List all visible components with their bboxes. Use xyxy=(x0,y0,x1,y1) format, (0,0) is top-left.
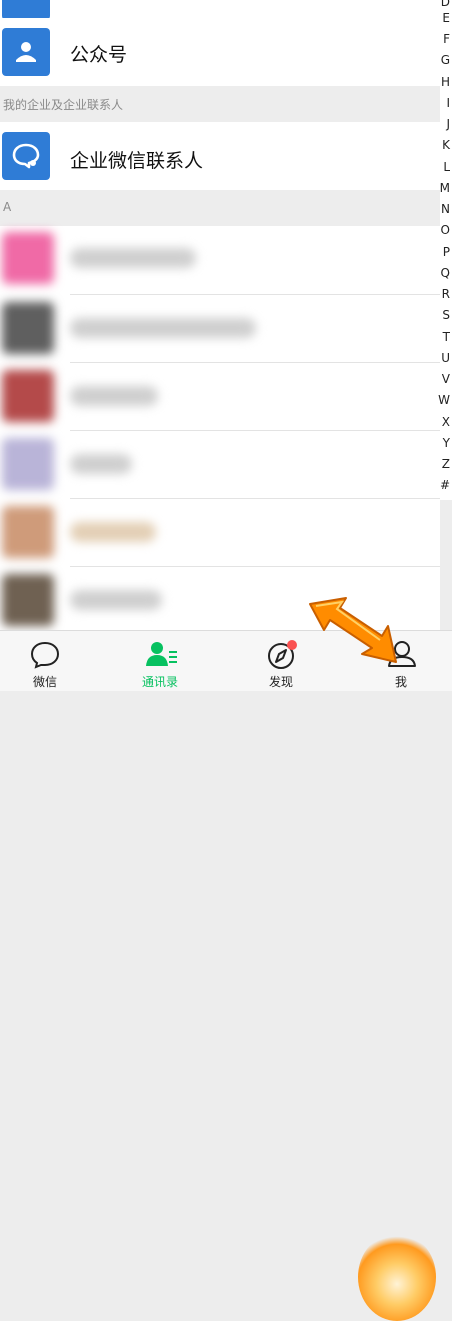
contact-name-blurred xyxy=(70,454,132,474)
pointer-arrow-icon xyxy=(309,597,397,663)
divider xyxy=(70,566,440,567)
tab-contacts[interactable]: 通讯录 xyxy=(115,631,205,691)
highlight-glow xyxy=(358,1233,436,1321)
index-letter[interactable]: L xyxy=(443,161,450,173)
divider xyxy=(70,430,440,431)
index-letter[interactable]: Y xyxy=(443,437,450,449)
index-letter[interactable]: I xyxy=(446,97,450,109)
official-account-icon xyxy=(2,28,50,76)
contact-row[interactable] xyxy=(0,432,440,498)
avatar xyxy=(2,232,54,284)
enterprise-contacts-label: 企业微信联系人 xyxy=(70,150,204,172)
avatar xyxy=(2,302,54,354)
index-letter[interactable]: H xyxy=(441,76,450,88)
avatar xyxy=(2,574,54,626)
contact-name-blurred xyxy=(70,590,162,610)
index-letter[interactable]: M xyxy=(440,182,450,194)
contacts-icon xyxy=(146,642,177,666)
tab-contacts-label: 通讯录 xyxy=(141,675,178,689)
enterprise-chat-icon xyxy=(2,132,50,180)
official-accounts-row[interactable]: 公众号 xyxy=(0,18,440,86)
chat-bubble-icon xyxy=(30,641,60,669)
index-letter[interactable]: # xyxy=(440,479,450,491)
section-a-title: A xyxy=(3,200,12,214)
contact-row[interactable] xyxy=(0,500,440,566)
enterprise-contacts-row[interactable]: 企业微信联系人 xyxy=(0,122,440,190)
compass-icon xyxy=(268,640,297,669)
tab-chats[interactable]: 微信 xyxy=(0,631,90,691)
tab-discover-label: 发现 xyxy=(268,675,293,689)
contact-name-blurred xyxy=(70,522,156,542)
contact-name-blurred xyxy=(70,386,158,406)
section-header-a: A xyxy=(0,190,440,226)
index-letter[interactable]: G xyxy=(441,54,450,66)
divider xyxy=(70,362,440,363)
official-accounts-label: 公众号 xyxy=(70,44,128,66)
index-letter[interactable]: U xyxy=(441,352,450,364)
index-letter[interactable]: Q xyxy=(441,267,450,279)
tab-me-label: 我 xyxy=(394,675,407,689)
contact-name-blurred xyxy=(70,318,256,338)
top-partial-row[interactable] xyxy=(0,0,440,20)
tab-chats-label: 微信 xyxy=(32,675,57,689)
index-letter[interactable]: K xyxy=(442,139,450,151)
alphabet-index[interactable]: D E F G H I J K L M N O P Q R S T U V W … xyxy=(438,0,452,500)
index-letter[interactable]: D xyxy=(441,0,450,8)
index-letter[interactable]: O xyxy=(441,224,450,236)
index-letter[interactable]: R xyxy=(442,288,450,300)
index-letter[interactable]: F xyxy=(443,33,450,45)
index-letter[interactable]: J xyxy=(446,118,450,130)
avatar xyxy=(2,438,54,490)
index-letter[interactable]: E xyxy=(442,12,450,24)
index-letter[interactable]: Z xyxy=(442,458,450,470)
index-letter[interactable]: V xyxy=(442,373,450,385)
index-letter[interactable]: W xyxy=(438,394,450,406)
index-letter[interactable]: N xyxy=(441,203,450,215)
avatar xyxy=(2,506,54,558)
divider xyxy=(70,498,440,499)
avatar xyxy=(2,370,54,422)
contact-row[interactable] xyxy=(0,364,440,430)
contact-row[interactable] xyxy=(0,226,440,292)
index-letter[interactable]: P xyxy=(443,246,450,258)
divider xyxy=(70,294,440,295)
index-letter[interactable]: X xyxy=(442,416,450,428)
index-letter[interactable]: T xyxy=(443,331,450,343)
top-partial-icon xyxy=(2,0,50,20)
index-letter[interactable]: S xyxy=(442,309,450,321)
contacts-list: 公众号 我的企业及企业联系人 企业微信联系人 A xyxy=(0,0,440,630)
contact-name-blurred xyxy=(70,248,196,268)
section-enterprise-title: 我的企业及企业联系人 xyxy=(3,98,124,112)
section-header-enterprise: 我的企业及企业联系人 xyxy=(0,86,440,122)
contact-row[interactable] xyxy=(0,296,440,362)
